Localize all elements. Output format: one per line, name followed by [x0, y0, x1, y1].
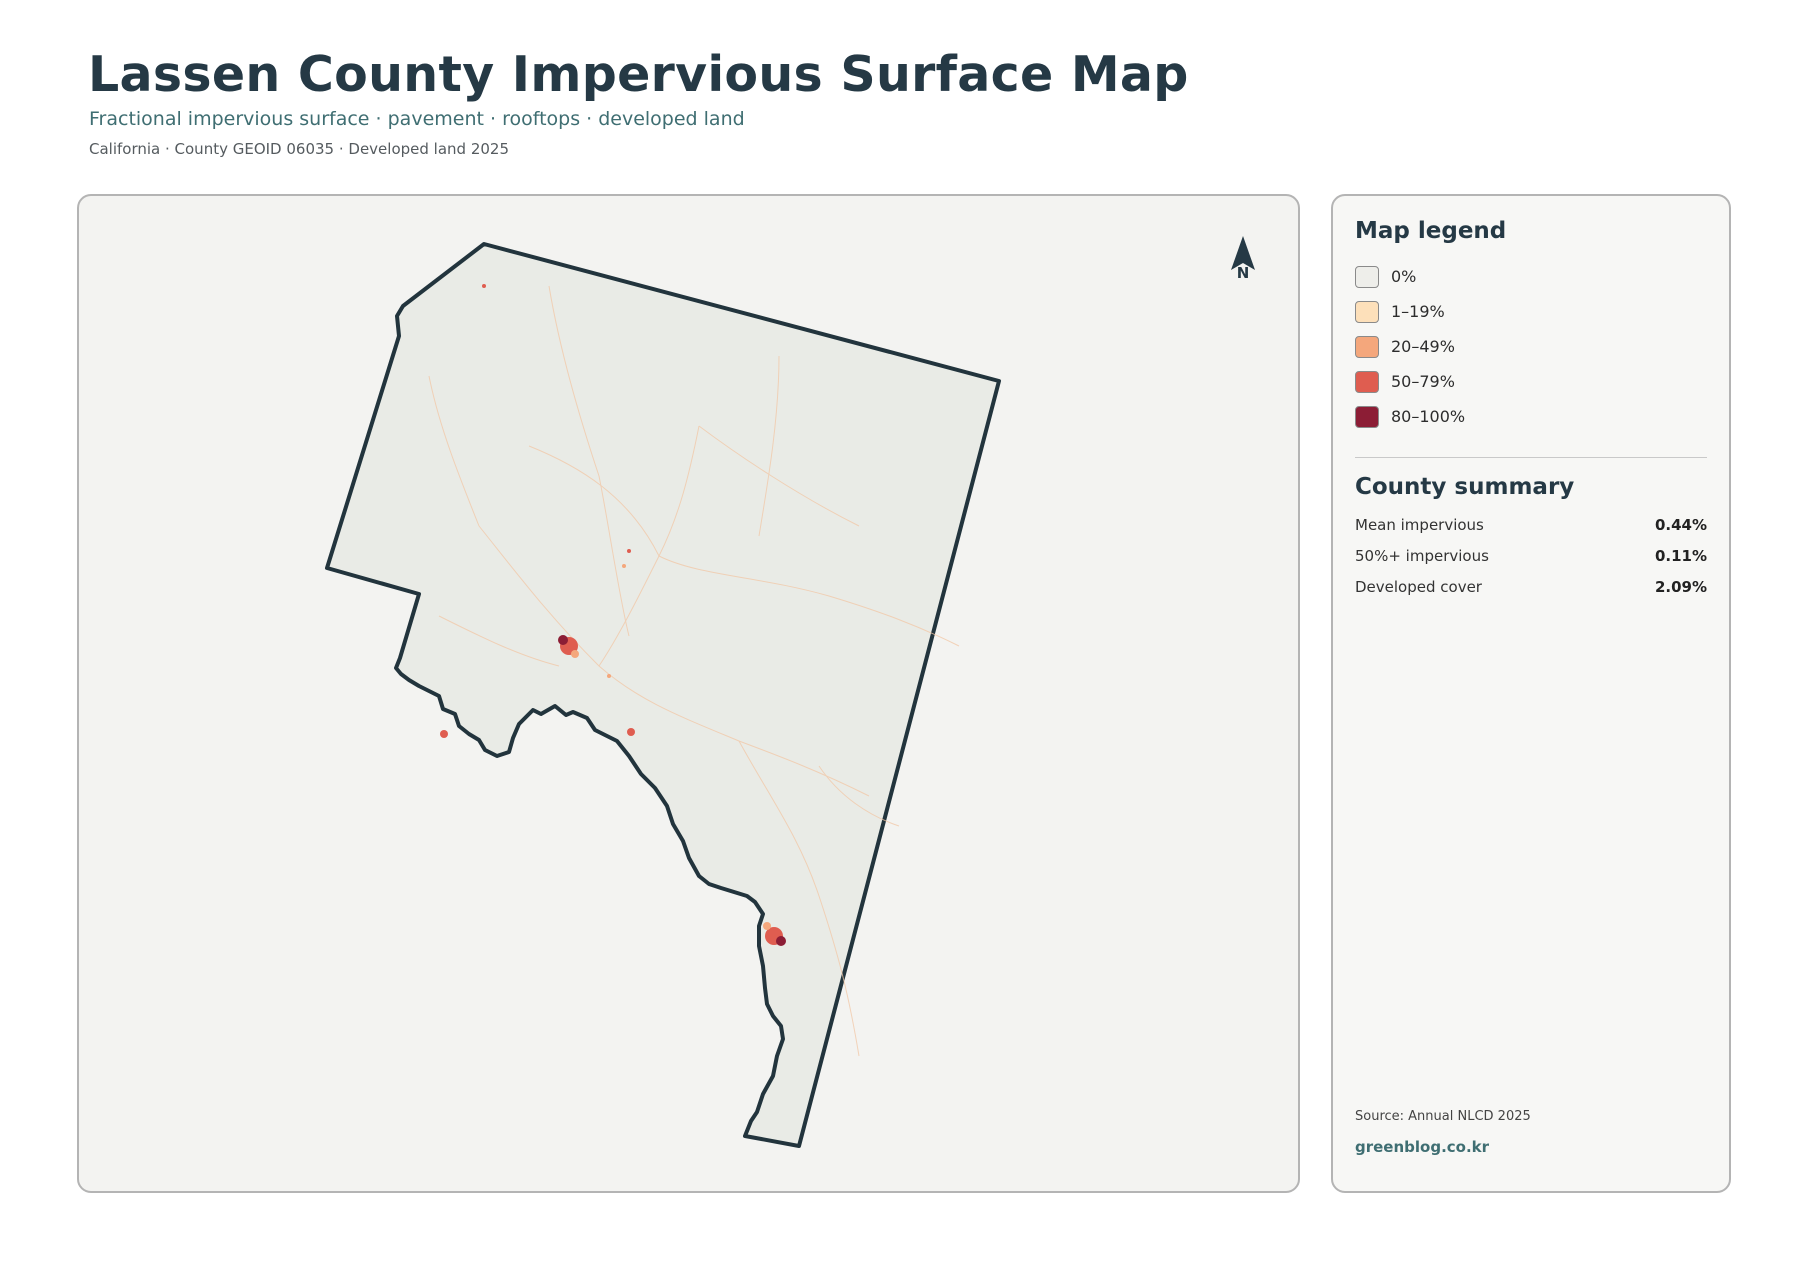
legend-title: Map legend: [1355, 218, 1507, 244]
summary-label: Mean impervious: [1355, 516, 1484, 534]
legend-label: 0%: [1391, 267, 1417, 286]
legend-swatch: [1355, 336, 1379, 358]
legend-item-3: 50–79%: [1355, 371, 1655, 406]
divider: [1355, 457, 1707, 458]
legend-panel: Map legend 0% 1–19% 20–49% 50–79% 80–100…: [1331, 194, 1731, 1193]
summary-row: Developed cover 2.09%: [1355, 578, 1707, 609]
legend-label: 80–100%: [1391, 407, 1466, 426]
summary-table: Mean impervious 0.44% 50%+ impervious 0.…: [1355, 516, 1707, 609]
legend-item-4: 80–100%: [1355, 406, 1655, 441]
legend-items: 0% 1–19% 20–49% 50–79% 80–100%: [1355, 266, 1655, 441]
legend-label: 20–49%: [1391, 337, 1455, 356]
county-map: [325, 242, 1001, 1148]
summary-label: 50%+ impervious: [1355, 547, 1489, 565]
legend-swatch: [1355, 371, 1379, 393]
legend-swatch: [1355, 266, 1379, 288]
legend-item-0: 0%: [1355, 266, 1655, 301]
page-title: Lassen County Impervious Surface Map: [88, 46, 1189, 103]
legend-swatch: [1355, 301, 1379, 323]
summary-label: Developed cover: [1355, 578, 1482, 596]
summary-value: 2.09%: [1654, 578, 1707, 596]
legend-label: 1–19%: [1391, 302, 1445, 321]
legend-swatch: [1355, 406, 1379, 428]
legend-item-1: 1–19%: [1355, 301, 1655, 336]
page-meta: California · County GEOID 06035 · Develo…: [89, 140, 509, 158]
page-subtitle: Fractional impervious surface · pavement…: [89, 108, 745, 130]
summary-value: 0.11%: [1654, 547, 1707, 565]
source-note: Source: Annual NLCD 2025: [1355, 1109, 1531, 1124]
north-label: N: [1236, 264, 1250, 282]
county-boundary: [325, 242, 1001, 1148]
summary-row: 50%+ impervious 0.11%: [1355, 547, 1707, 578]
credit-link[interactable]: greenblog.co.kr: [1355, 1138, 1489, 1156]
summary-value: 0.44%: [1654, 516, 1707, 534]
summary-title: County summary: [1355, 474, 1575, 500]
summary-row: Mean impervious 0.44%: [1355, 516, 1707, 547]
legend-label: 50–79%: [1391, 372, 1455, 391]
legend-item-2: 20–49%: [1355, 336, 1655, 371]
map-panel[interactable]: [77, 194, 1300, 1193]
